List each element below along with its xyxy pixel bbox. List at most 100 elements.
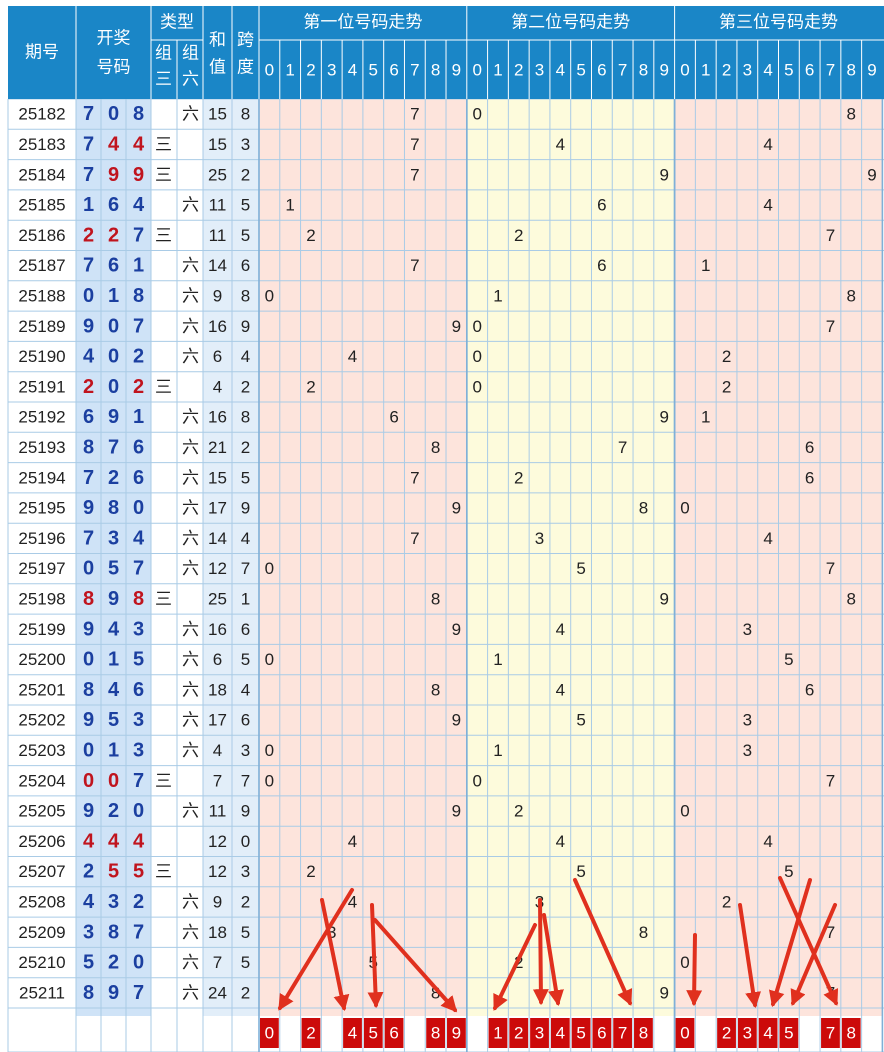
position-1-hit: 4 — [348, 832, 357, 851]
draw-header-line2: 号码 — [97, 58, 131, 77]
position-1-digit-header: 2 — [306, 61, 315, 80]
draw-digit: 1 — [133, 255, 144, 277]
type-z6-cell: 六 — [182, 408, 199, 427]
draw-digit: 6 — [133, 679, 144, 701]
position-1-hit: 7 — [410, 468, 419, 487]
type-z6-cell: 六 — [182, 953, 199, 972]
position-3-hit: 8 — [846, 286, 855, 305]
selected-digit: 1 — [493, 1024, 502, 1043]
type-z6-cell: 六 — [182, 286, 199, 305]
position-1-hit: 7 — [410, 105, 419, 124]
draw-digit: 8 — [83, 588, 94, 610]
annotation-arrow — [532, 898, 549, 1006]
position-1-hit: 0 — [265, 650, 274, 669]
position-2-hit: 5 — [576, 559, 585, 578]
draw-digit: 2 — [83, 224, 94, 246]
sum-cell: 11 — [209, 196, 227, 215]
type-z3-cell: 三 — [155, 589, 172, 608]
position-1-hit: 9 — [452, 317, 461, 336]
draw-digit: 7 — [133, 770, 144, 792]
position-2-hit: 9 — [659, 408, 668, 427]
draw-digit: 5 — [108, 861, 119, 883]
position-3-hit: 7 — [826, 559, 835, 578]
draw-digit: 9 — [83, 709, 94, 731]
position-3-digit-header: 7 — [826, 61, 835, 80]
draw-digit: 1 — [108, 285, 119, 307]
span-cell: 5 — [241, 923, 250, 942]
draw-digit: 8 — [83, 679, 94, 701]
position-1-hit: 7 — [410, 529, 419, 548]
span-cell: 5 — [241, 468, 250, 487]
sum-cell: 17 — [208, 499, 227, 518]
position-3-hit: 4 — [763, 832, 772, 851]
draw-digit: 8 — [108, 497, 119, 519]
position-2-hit: 2 — [514, 226, 523, 245]
draw-digit: 0 — [108, 346, 119, 368]
draw-digit: 1 — [133, 406, 144, 428]
draw-digit: 0 — [133, 800, 144, 822]
selected-digit: 4 — [763, 1024, 772, 1043]
period-cell: 25194 — [18, 468, 65, 487]
period-cell: 25205 — [18, 802, 65, 821]
position-2-digit-header: 5 — [576, 61, 585, 80]
draw-digit: 9 — [108, 982, 119, 1004]
draw-digit: 0 — [83, 649, 94, 671]
type-z6-cell: 六 — [182, 196, 199, 215]
type-z6-cell: 六 — [182, 620, 199, 639]
annotation-arrow — [686, 933, 703, 1007]
span-cell: 8 — [241, 408, 250, 427]
selected-digit: 7 — [618, 1024, 627, 1043]
period-cell: 25192 — [18, 408, 65, 427]
sum-cell: 12 — [208, 832, 227, 851]
period-cell: 25186 — [18, 226, 65, 245]
period-cell: 25211 — [19, 983, 65, 1002]
draw-digit: 0 — [83, 770, 94, 792]
draw-digit: 7 — [133, 921, 144, 943]
type-z6-cell: 六 — [182, 923, 199, 942]
type-z6-cell: 六 — [182, 802, 199, 821]
draw-digit: 0 — [133, 952, 144, 974]
period-cell: 25190 — [18, 347, 65, 366]
period-cell: 25183 — [18, 135, 65, 154]
type-z6-header-2: 六 — [182, 70, 199, 89]
position-1-hit: 7 — [410, 165, 419, 184]
draw-digit: 5 — [133, 649, 144, 671]
position-2-hit: 0 — [472, 771, 481, 790]
draw-digit: 0 — [108, 770, 119, 792]
position-2-hit: 1 — [493, 650, 502, 669]
span-cell: 1 — [241, 589, 250, 608]
position-2-hit: 4 — [556, 680, 565, 699]
position-3-hit: 4 — [763, 196, 772, 215]
span-cell: 5 — [241, 953, 250, 972]
position-2-hit: 8 — [639, 499, 648, 518]
draw-digit: 9 — [108, 164, 119, 186]
sum-cell: 12 — [208, 559, 227, 578]
period-cell: 25191 — [18, 377, 65, 396]
draw-digit: 0 — [108, 376, 119, 398]
position-3-digit-header: 5 — [784, 61, 793, 80]
position-3-hit: 6 — [805, 468, 814, 487]
period-cell: 25189 — [18, 317, 65, 336]
selected-digit: 2 — [306, 1024, 315, 1043]
period-cell: 25196 — [18, 529, 65, 548]
position-1-hit: 0 — [265, 559, 274, 578]
position-2-hit: 9 — [659, 983, 668, 1002]
sum-cell: 4 — [213, 741, 222, 760]
position-1-hit: 0 — [265, 286, 274, 305]
draw-digit: 0 — [108, 315, 119, 337]
type-z6-cell: 六 — [182, 347, 199, 366]
selected-digit: 7 — [826, 1024, 835, 1043]
period-cell: 25200 — [18, 650, 65, 669]
type-z6-cell: 六 — [182, 499, 199, 518]
draw-digit: 9 — [108, 406, 119, 428]
sum-cell: 25 — [208, 589, 227, 608]
period-cell: 25206 — [18, 832, 65, 851]
type-z6-cell: 六 — [182, 559, 199, 578]
draw-header-line1: 开奖 — [97, 29, 131, 48]
position-3-hit: 7 — [826, 771, 835, 790]
period-cell: 25209 — [18, 923, 65, 942]
draw-digit: 6 — [108, 255, 119, 277]
draw-digit: 7 — [133, 558, 144, 580]
selected-digit: 9 — [452, 1024, 461, 1043]
type-z6-cell: 六 — [182, 317, 199, 336]
